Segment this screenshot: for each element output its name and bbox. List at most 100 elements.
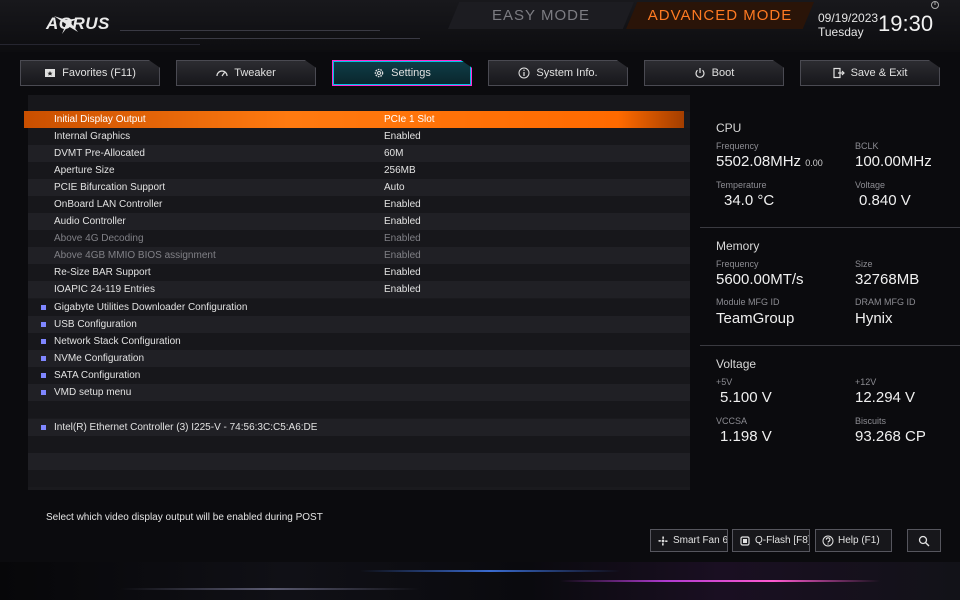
setting-row-audio-controller[interactable]: Audio Controller Enabled [28, 213, 690, 230]
help-description: Select which video display output will b… [46, 512, 323, 523]
tab-system-info[interactable]: System Info. [488, 60, 628, 86]
submenu-network-stack[interactable]: Network Stack Configuration [28, 333, 690, 350]
setting-value[interactable]: PCIe 1 Slot [384, 111, 435, 128]
setting-label: Above 4G Decoding [54, 233, 144, 244]
tab-save-exit-label: Save & Exit [850, 67, 908, 79]
search-button[interactable] [907, 529, 941, 552]
advanced-mode-button[interactable]: ADVANCED MODE [626, 2, 814, 29]
smart-fan-button[interactable]: Smart Fan 6 [F [650, 529, 728, 552]
date-display: 09/19/2023 [818, 11, 879, 25]
submenu-intel-ethernet[interactable]: Intel(R) Ethernet Controller (3) I225-V … [28, 419, 690, 436]
setting-value[interactable]: Auto [384, 179, 405, 196]
setting-value[interactable]: Enabled [384, 213, 421, 230]
setting-row-above-4gb-mmio: Above 4GB MMIO BIOS assignment Enabled [28, 247, 690, 264]
setting-label: Aperture Size [54, 165, 115, 176]
smart-fan-label: Smart Fan 6 [F [673, 535, 728, 546]
deco-glow-line [120, 588, 420, 590]
cpu-section-title: CPU [716, 121, 742, 135]
submenu-bullet-icon [41, 322, 46, 327]
setting-row-resize-bar[interactable]: Re-Size BAR Support Enabled [28, 264, 690, 281]
cpu-temp-value: 34.0 °C [724, 192, 775, 209]
qflash-button[interactable]: Q-Flash [F8] [732, 529, 810, 552]
submenu-vmd-setup[interactable]: VMD setup menu [28, 384, 690, 401]
speedometer-icon [216, 70, 228, 77]
cpu-frequency-sub: 0.00 [805, 158, 823, 168]
submenu-nvme-configuration[interactable]: NVMe Configuration [28, 350, 690, 367]
tab-favorites-label: Favorites (F11) [62, 67, 136, 79]
setting-row-ioapic[interactable]: IOAPIC 24-119 Entries Enabled [28, 281, 690, 298]
setting-value[interactable]: Enabled [384, 196, 421, 213]
bottom-decoration [0, 562, 960, 600]
submenu-label: VMD setup menu [54, 387, 132, 398]
info-divider [700, 227, 960, 228]
cpu-frequency-value: 5502.08MHz 0.00 [716, 153, 823, 170]
setting-row-onboard-lan[interactable]: OnBoard LAN Controller Enabled [28, 196, 690, 213]
list-spacer [28, 401, 690, 418]
vccsa-label: VCCSA [716, 416, 748, 426]
gear-icon [374, 68, 384, 78]
submenu-usb-configuration[interactable]: USB Configuration [28, 316, 690, 333]
vccsa-value: 1.198 V [720, 428, 772, 445]
cpu-frequency-number: 5502.08MHz [716, 153, 802, 170]
top-bar: AORUS EASY MODE ADVANCED MODE 09/19/2023… [0, 0, 960, 52]
setting-value: Enabled [384, 250, 421, 261]
setting-row-internal-graphics[interactable]: Internal Graphics Enabled [28, 128, 690, 145]
submenu-sata-configuration[interactable]: SATA Configuration [28, 367, 690, 384]
setting-label: Re-Size BAR Support [54, 267, 151, 278]
help-icon [822, 535, 834, 546]
setting-label: IOAPIC 24-119 Entries [54, 284, 155, 295]
cpu-frequency-label: Frequency [716, 141, 759, 151]
day-display: Tuesday [818, 25, 864, 39]
tab-favorites[interactable]: Favorites (F11) [20, 60, 160, 86]
tab-save-exit[interactable]: Save & Exit [800, 60, 940, 86]
qflash-label: Q-Flash [F8] [755, 535, 810, 546]
v12-label: +12V [855, 377, 877, 387]
submenu-gigabyte-utilities[interactable]: Gigabyte Utilities Downloader Configurat… [28, 299, 690, 316]
cpu-voltage-value: 0.840 V [859, 192, 911, 209]
help-button[interactable]: Help (F1) [815, 529, 892, 552]
power-icon [695, 68, 705, 78]
setting-label: PCIE Bifurcation Support [54, 182, 166, 193]
submenu-bullet-icon [41, 390, 46, 395]
info-icon [518, 67, 530, 79]
setting-value[interactable]: Enabled [384, 128, 421, 145]
cpu-temp-label: Temperature [716, 180, 767, 190]
setting-label: Initial Display Output [54, 114, 146, 125]
submenu-bullet-icon [41, 305, 46, 310]
module-mfg-label: Module MFG ID [716, 297, 780, 307]
setting-row-initial-display-output[interactable]: Initial Display Output PCIe 1 Slot [24, 111, 684, 128]
submenu-label: NVMe Configuration [54, 353, 145, 364]
chip-icon [740, 535, 750, 546]
setting-row-pcie-bifurcation[interactable]: PCIE Bifurcation Support Auto [28, 179, 690, 196]
setting-value[interactable]: Enabled [384, 281, 421, 298]
memory-frequency-value: 5600.00MT/s [716, 271, 804, 288]
submenu-bullet-icon [41, 339, 46, 344]
setting-label: DVMT Pre-Allocated [54, 148, 145, 159]
brand-logo: AORUS [46, 14, 110, 33]
dram-mfg-label: DRAM MFG ID [855, 297, 916, 307]
tab-boot[interactable]: Boot [644, 60, 784, 86]
star-folder-icon [45, 69, 56, 77]
header-streak [180, 38, 420, 39]
submenu-label: Gigabyte Utilities Downloader Configurat… [54, 302, 248, 313]
tab-tweaker[interactable]: Tweaker [176, 60, 316, 86]
biscuits-value: 93.268 CP [855, 428, 926, 445]
tab-settings[interactable]: Settings [332, 60, 472, 86]
v12-value: 12.294 V [855, 389, 916, 406]
setting-value[interactable]: 256MB [384, 162, 416, 179]
submenu-label: Intel(R) Ethernet Controller (3) I225-V … [54, 422, 318, 433]
power-icon[interactable] [930, 0, 940, 10]
submenu-bullet-icon [41, 373, 46, 378]
easy-mode-button[interactable]: EASY MODE [448, 2, 634, 29]
tab-settings-label: Settings [391, 67, 431, 79]
setting-row-dvmt-pre-allocated[interactable]: DVMT Pre-Allocated 60M [28, 145, 690, 162]
setting-label: Audio Controller [54, 216, 126, 227]
search-icon [918, 535, 930, 546]
setting-row-aperture-size[interactable]: Aperture Size 256MB [28, 162, 690, 179]
help-label: Help (F1) [838, 535, 880, 546]
memory-size-label: Size [855, 259, 873, 269]
submenu-label: Network Stack Configuration [54, 336, 181, 347]
setting-value[interactable]: 60M [384, 145, 403, 162]
setting-value[interactable]: Enabled [384, 264, 421, 281]
deco-glow-line [360, 570, 620, 572]
